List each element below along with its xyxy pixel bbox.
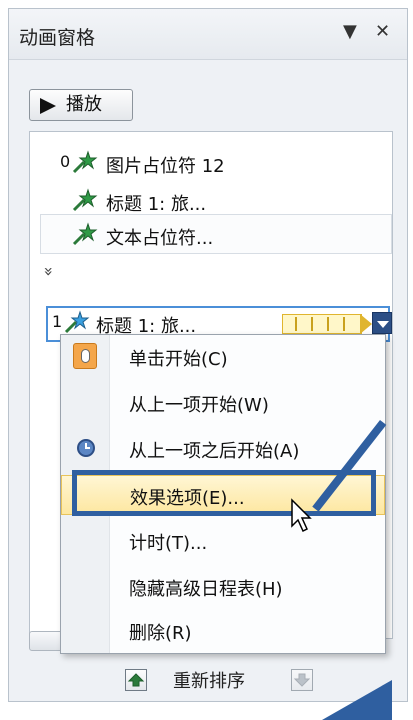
mouse-cursor-icon bbox=[291, 498, 312, 533]
menu-item-timing[interactable]: 计时(T)... bbox=[61, 521, 385, 561]
item-label: 文本占位符... bbox=[106, 228, 214, 249]
expand-chevron-icon[interactable]: » bbox=[39, 267, 58, 277]
menu-item-label: 删除(R) bbox=[129, 623, 192, 644]
menu-item-start-on-click[interactable]: 单击开始(C) bbox=[61, 337, 385, 377]
mouse-click-icon bbox=[73, 343, 97, 369]
pane-options-button[interactable]: ▼ bbox=[343, 21, 357, 42]
play-icon bbox=[40, 98, 56, 114]
menu-item-start-with-previous[interactable]: 从上一项开始(W) bbox=[61, 383, 385, 423]
arrow-up-icon bbox=[127, 673, 145, 687]
entrance-effect-icon bbox=[72, 188, 98, 212]
entrance-effect-icon bbox=[64, 310, 90, 334]
pane-titlebar: 动画窗格 ▼ ✕ bbox=[9, 9, 407, 60]
menu-item-label: 隐藏高级日程表(H) bbox=[129, 579, 283, 600]
timing-bar[interactable] bbox=[282, 314, 362, 334]
menu-item-start-after-previous[interactable]: 从上一项之后开始(A) bbox=[61, 429, 385, 469]
move-up-button[interactable] bbox=[125, 669, 147, 691]
menu-item-label: 从上一项之后开始(A) bbox=[129, 441, 300, 462]
move-down-button[interactable] bbox=[291, 669, 313, 691]
item-label: 标题 1: 旅... bbox=[106, 194, 207, 215]
arrow-down-icon bbox=[293, 673, 311, 687]
close-icon[interactable]: ✕ bbox=[375, 21, 390, 42]
menu-item-remove[interactable]: 删除(R) bbox=[61, 611, 385, 651]
menu-item-hide-advanced-timeline[interactable]: 隐藏高级日程表(H) bbox=[61, 567, 385, 607]
play-button-label: 播放 bbox=[66, 94, 102, 115]
chevron-down-icon bbox=[377, 321, 389, 328]
menu-item-label: 单击开始(C) bbox=[129, 349, 228, 370]
timing-arrow bbox=[360, 314, 372, 334]
reorder-label: 重新排序 bbox=[173, 671, 245, 692]
item-number: 1 bbox=[52, 312, 63, 331]
item-number: 0 bbox=[60, 152, 71, 171]
play-button[interactable]: 播放 bbox=[29, 89, 133, 121]
annotation-corner-shape bbox=[322, 680, 392, 720]
item-label: 图片占位符 12 bbox=[106, 156, 225, 177]
clock-icon bbox=[77, 439, 95, 457]
entrance-effect-icon bbox=[72, 150, 98, 174]
menu-item-label: 从上一项开始(W) bbox=[129, 395, 269, 416]
entrance-effect-icon bbox=[72, 222, 98, 246]
item-dropdown-button[interactable] bbox=[372, 312, 392, 334]
pane-title: 动画窗格 bbox=[19, 27, 96, 49]
menu-item-label: 计时(T)... bbox=[129, 533, 208, 554]
